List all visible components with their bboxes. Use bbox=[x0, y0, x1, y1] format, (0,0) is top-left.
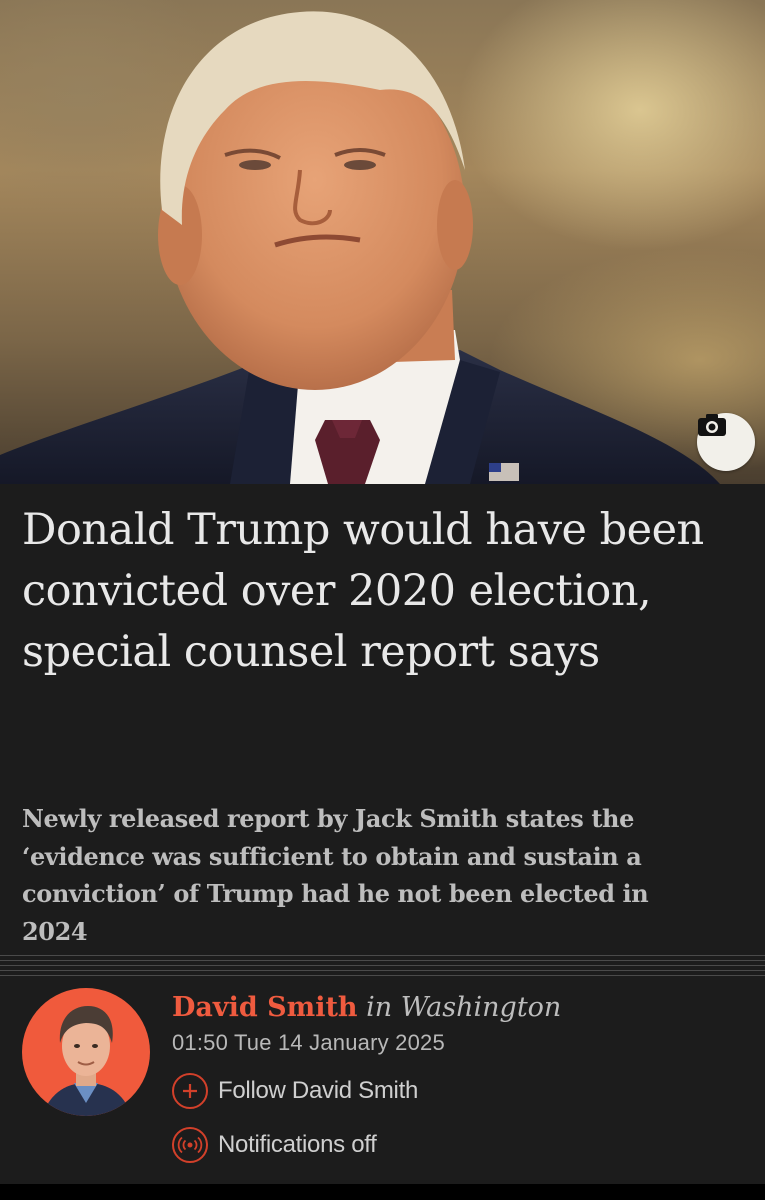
author-name[interactable]: David Smith bbox=[172, 992, 358, 1023]
camera-button[interactable] bbox=[697, 413, 755, 471]
notifications-toggle[interactable]: Notifications off bbox=[172, 1127, 377, 1163]
article-standfirst: Newly released report by Jack Smith stat… bbox=[22, 804, 649, 946]
plus-icon bbox=[172, 1073, 208, 1109]
notifications-label: Notifications off bbox=[218, 1131, 377, 1158]
follow-label: Follow David Smith bbox=[218, 1077, 418, 1104]
byline-location: in Washington bbox=[366, 992, 562, 1023]
follow-author-button[interactable]: Follow David Smith bbox=[172, 1073, 418, 1109]
portrait-illustration bbox=[0, 11, 720, 484]
bottom-edge bbox=[0, 1184, 765, 1200]
hero-image bbox=[0, 0, 765, 484]
divider-rules bbox=[0, 955, 765, 981]
article-headline: Donald Trump would have been convicted o… bbox=[22, 505, 704, 677]
byline: David Smith in Washington bbox=[172, 988, 561, 1028]
camera-icon bbox=[698, 414, 726, 436]
broadcast-icon bbox=[172, 1127, 208, 1163]
author-avatar[interactable] bbox=[22, 988, 150, 1116]
author-portrait bbox=[42, 1006, 132, 1116]
publish-timestamp: 01:50 Tue 14 January 2025 bbox=[172, 1030, 445, 1055]
